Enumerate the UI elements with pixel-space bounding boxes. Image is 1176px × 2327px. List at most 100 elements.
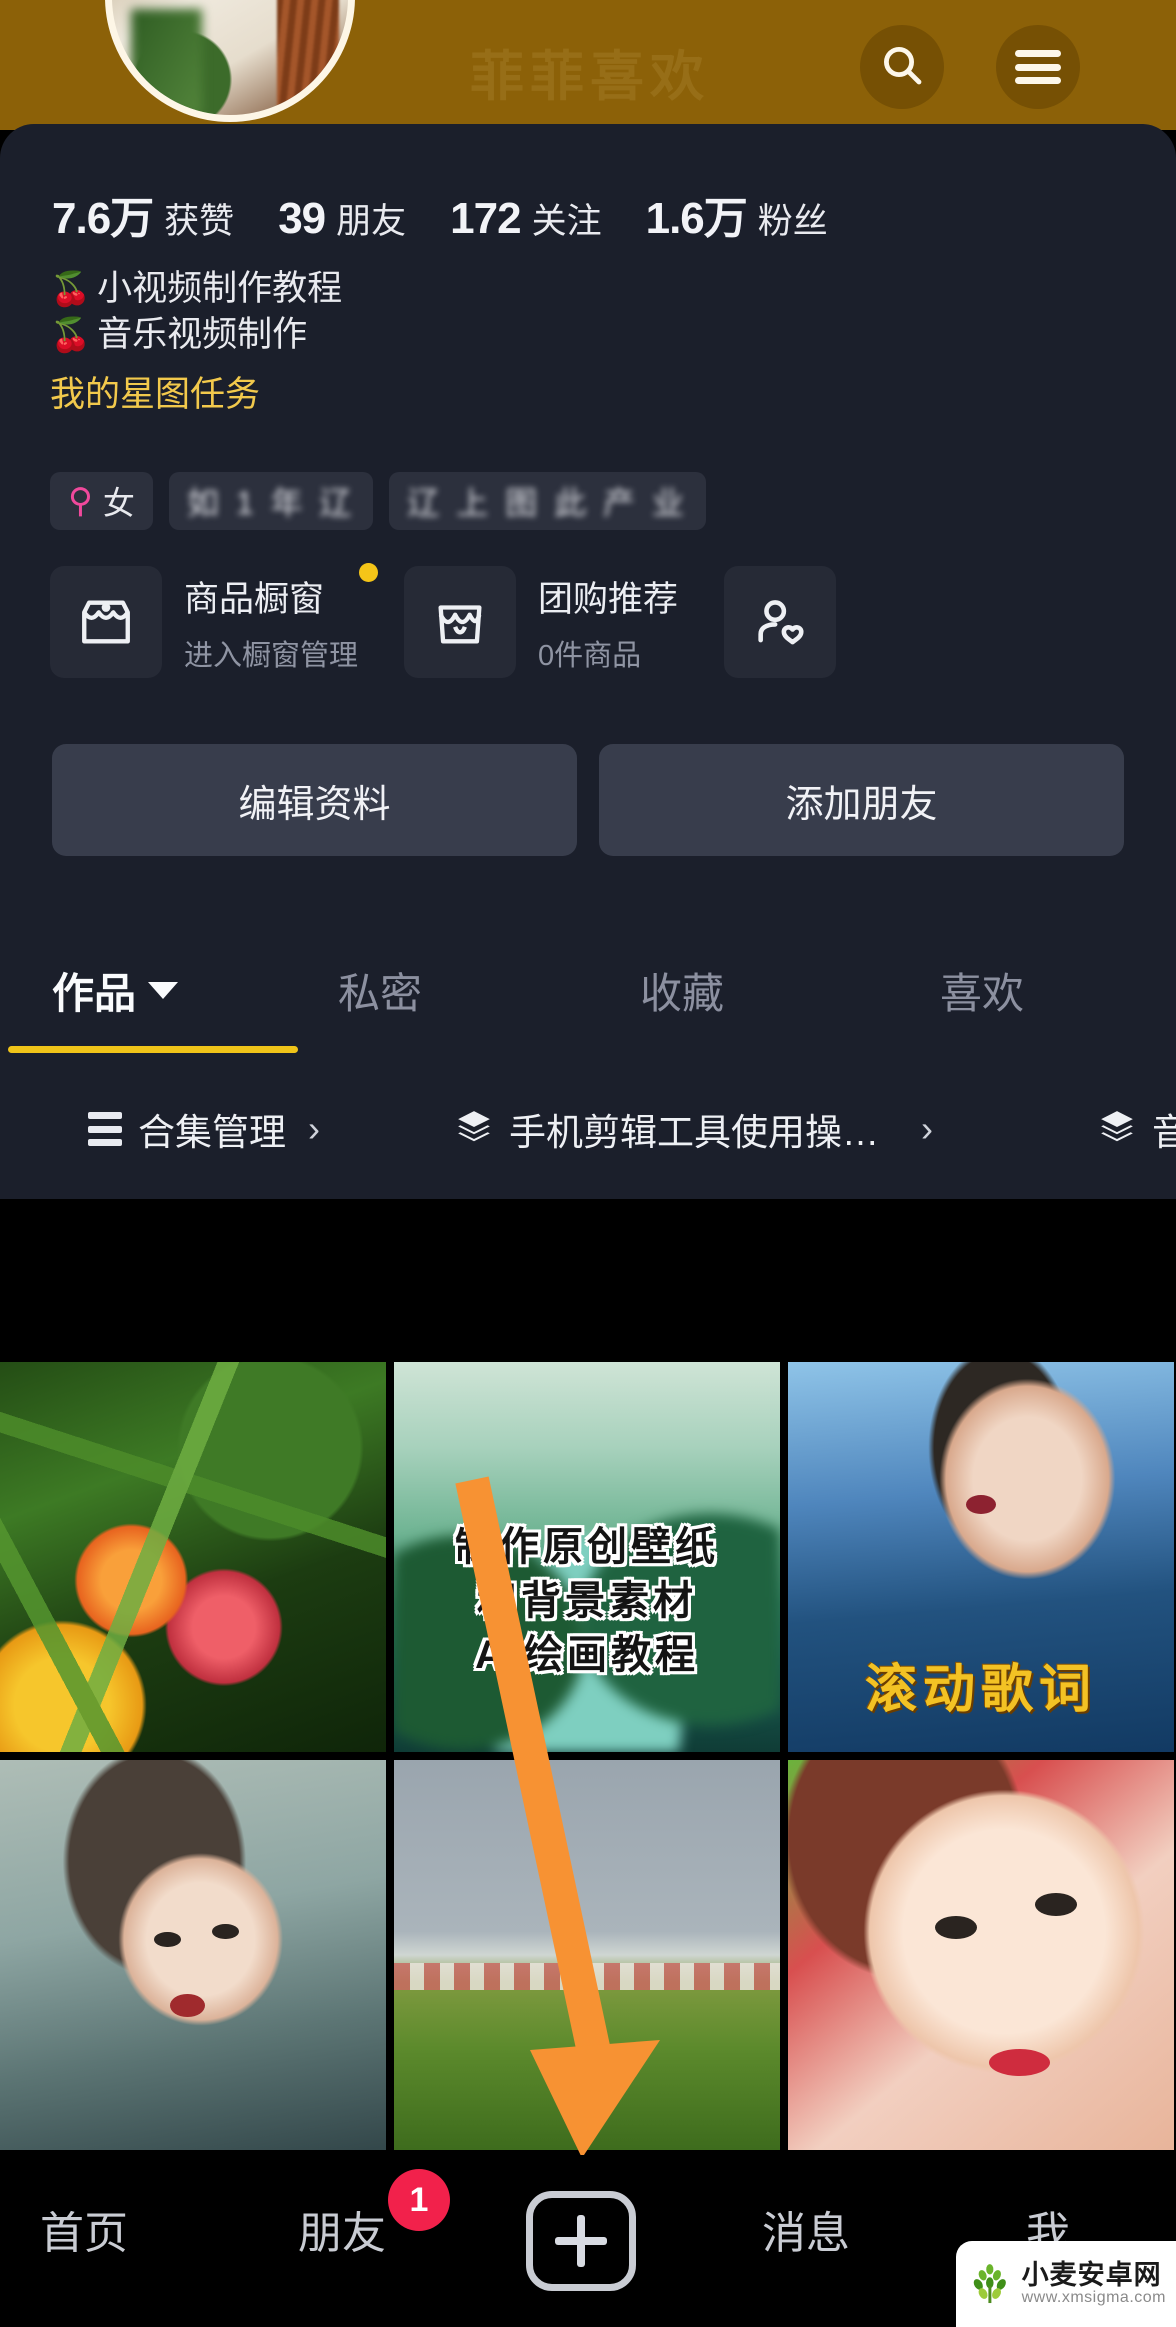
showcase-title: 团购推荐 — [538, 579, 679, 619]
tab-label: 作品 — [52, 969, 137, 1017]
tab-works[interactable]: 作品 — [52, 934, 179, 1046]
showcase-title-text: 商品橱窗 — [184, 579, 325, 619]
watermark-site-url: www.xmsigma.com — [1021, 2289, 1166, 2307]
tab-private[interactable]: 私密 — [338, 934, 422, 1046]
nav-item-home[interactable]: 首页 — [40, 2197, 128, 2261]
grid-item[interactable]: 滚动歌词 — [788, 1362, 1174, 1752]
bio-line-text: 小视频制作教程 — [97, 269, 343, 308]
profile-card: 7.6万 获赞 39 朋友 172 关注 1.6万 粉丝 🍒 小视频制作教程 🍒 音… — [0, 124, 1176, 1199]
grid-item[interactable]: 制作原创壁纸 和背景素材 AI绘画教程 — [394, 1362, 780, 1752]
profile-banner: 菲菲喜欢 — [0, 0, 1176, 130]
stat-label: 朋友 — [336, 202, 407, 241]
stat-label: 关注 — [531, 202, 602, 241]
tab-label: 收藏 — [640, 969, 725, 1017]
profile-action-buttons: 编辑资料 添加朋友 — [52, 744, 1124, 856]
collection-label: 合集管理 — [138, 1112, 286, 1153]
menu-button[interactable] — [996, 25, 1080, 109]
chip-blurred-1[interactable]: 如 1 年 辽 — [168, 472, 374, 530]
thumbnail-image — [394, 1760, 780, 2150]
nav-item-messages[interactable]: 消息 — [762, 2197, 850, 2261]
person-heart-icon — [724, 566, 837, 678]
thumbnail-image — [788, 1760, 1174, 2150]
tab-active-underline — [8, 1046, 298, 1053]
create-post-button[interactable] — [526, 2191, 636, 2291]
thumbnail-overlay-text: 制作原创壁纸 — [455, 1525, 719, 1569]
collection-label: 音 — [1152, 1112, 1176, 1153]
storefront-icon — [50, 566, 162, 678]
stat-label: 粉丝 — [757, 202, 828, 241]
stat-likes[interactable]: 7.6万 获赞 — [52, 182, 234, 246]
chip-gender[interactable]: ⚲ 女 — [50, 472, 153, 530]
stat-value: 172 — [450, 194, 521, 243]
stat-friends[interactable]: 39 朋友 — [278, 193, 406, 244]
grid-item[interactable] — [394, 1760, 780, 2150]
layers-icon — [455, 1108, 493, 1151]
showcase-card-storefront[interactable]: 商品橱窗 进入橱窗管理 — [50, 562, 379, 678]
showcase-card-groupbuy[interactable]: 团购推荐 0件商品 — [404, 566, 678, 678]
showcase-subtitle: 进入橱窗管理 — [184, 639, 359, 672]
watermark-site-name: 小麦安卓网 — [1021, 2259, 1162, 2290]
collection-item[interactable]: 手机剪辑工具使用操… › — [455, 1102, 933, 1156]
cherry-icon: 🍒 — [50, 270, 92, 307]
thumbnail-image — [0, 1760, 386, 2150]
banner-watermark-text: 菲菲喜欢 — [470, 47, 710, 107]
decorative-detail — [212, 1923, 240, 1940]
stat-value: 1.6万 — [645, 194, 748, 243]
search-button[interactable] — [860, 25, 944, 109]
hamburger-menu-icon — [1015, 50, 1061, 84]
chevron-down-icon — [148, 981, 179, 999]
bio-line: 🍒 小视频制作教程 — [50, 266, 342, 312]
layers-icon — [1098, 1108, 1136, 1151]
status-badge-dot — [359, 562, 379, 582]
showcase-row: 商品橱窗 进入橱窗管理 团购推荐 0件商品 — [50, 562, 882, 678]
site-watermark: 小麦安卓网 www.xmsigma.com — [956, 2241, 1176, 2327]
stat-value: 7.6万 — [52, 194, 154, 243]
wheat-logo-icon — [973, 2264, 1006, 2304]
cherry-icon: 🍒 — [50, 316, 92, 354]
grid-item[interactable] — [788, 1760, 1174, 2150]
tab-favorites[interactable]: 收藏 — [640, 934, 724, 1046]
video-grid: 制作原创壁纸 和背景素材 AI绘画教程 滚动歌词 — [0, 1362, 1176, 2157]
showcase-card-personheart[interactable] — [724, 566, 837, 678]
bio-line: 🍒 音乐视频制作 — [50, 312, 342, 358]
thumbnail-overlay-text: AI绘画教程 — [475, 1633, 699, 1677]
thumbnail-overlay-text: 滚动歌词 — [864, 1661, 1097, 1719]
profile-chips: ⚲ 女 如 1 年 辽 辽 上 图 此 产 业 — [50, 472, 706, 530]
stat-followers[interactable]: 1.6万 粉丝 — [646, 182, 828, 246]
tab-label: 私密 — [338, 969, 423, 1017]
avatar[interactable] — [105, 0, 355, 122]
female-gender-icon: ⚲ — [68, 482, 93, 520]
chip-label: 如 1 年 辽 — [186, 485, 356, 521]
showcase-subtitle: 0件商品 — [538, 639, 642, 672]
nav-item-friends[interactable]: 朋友 — [298, 2197, 386, 2261]
grid-item[interactable] — [0, 1760, 386, 2150]
bio-link-star-task[interactable]: 我的星图任务 — [50, 366, 342, 417]
list-icon — [88, 1112, 122, 1146]
decorative-detail — [1035, 1892, 1078, 1916]
content-tabs: 作品 私密 收藏 喜欢 — [0, 934, 1176, 1053]
chevron-right-icon: › — [921, 1108, 933, 1149]
thumbnail-overlay-text: 和背景素材 — [477, 1579, 697, 1623]
group-buy-icon — [404, 566, 517, 678]
collections-row: 合集管理 › 手机剪辑工具使用操… › 音 — [0, 1069, 1176, 1189]
decorative-detail — [934, 1916, 978, 1940]
collection-label: 手机剪辑工具使用操… — [509, 1112, 879, 1153]
decorative-detail — [154, 1931, 182, 1948]
profile-bio: 🍒 小视频制作教程 🍒 音乐视频制作 我的星图任务 — [50, 266, 342, 417]
chevron-right-icon: › — [308, 1108, 320, 1149]
profile-stats: 7.6万 获赞 39 朋友 172 关注 1.6万 粉丝 — [52, 182, 872, 246]
collection-manage[interactable]: 合集管理 › — [88, 1102, 320, 1156]
stat-label: 获赞 — [164, 202, 235, 241]
chip-blurred-2[interactable]: 辽 上 图 此 产 业 — [389, 472, 706, 530]
collection-item[interactable]: 音 — [1098, 1102, 1176, 1156]
search-icon — [878, 41, 926, 94]
edit-profile-button[interactable]: 编辑资料 — [52, 744, 577, 856]
nav-badge-friends: 1 — [388, 2169, 450, 2231]
stat-value: 39 — [278, 194, 326, 243]
tab-likes[interactable]: 喜欢 — [940, 934, 1024, 1046]
stat-following[interactable]: 172 关注 — [450, 193, 601, 244]
showcase-title: 商品橱窗 — [184, 562, 379, 622]
plus-icon — [577, 2215, 585, 2267]
grid-item[interactable] — [0, 1362, 386, 1752]
add-friend-button[interactable]: 添加朋友 — [599, 744, 1124, 856]
